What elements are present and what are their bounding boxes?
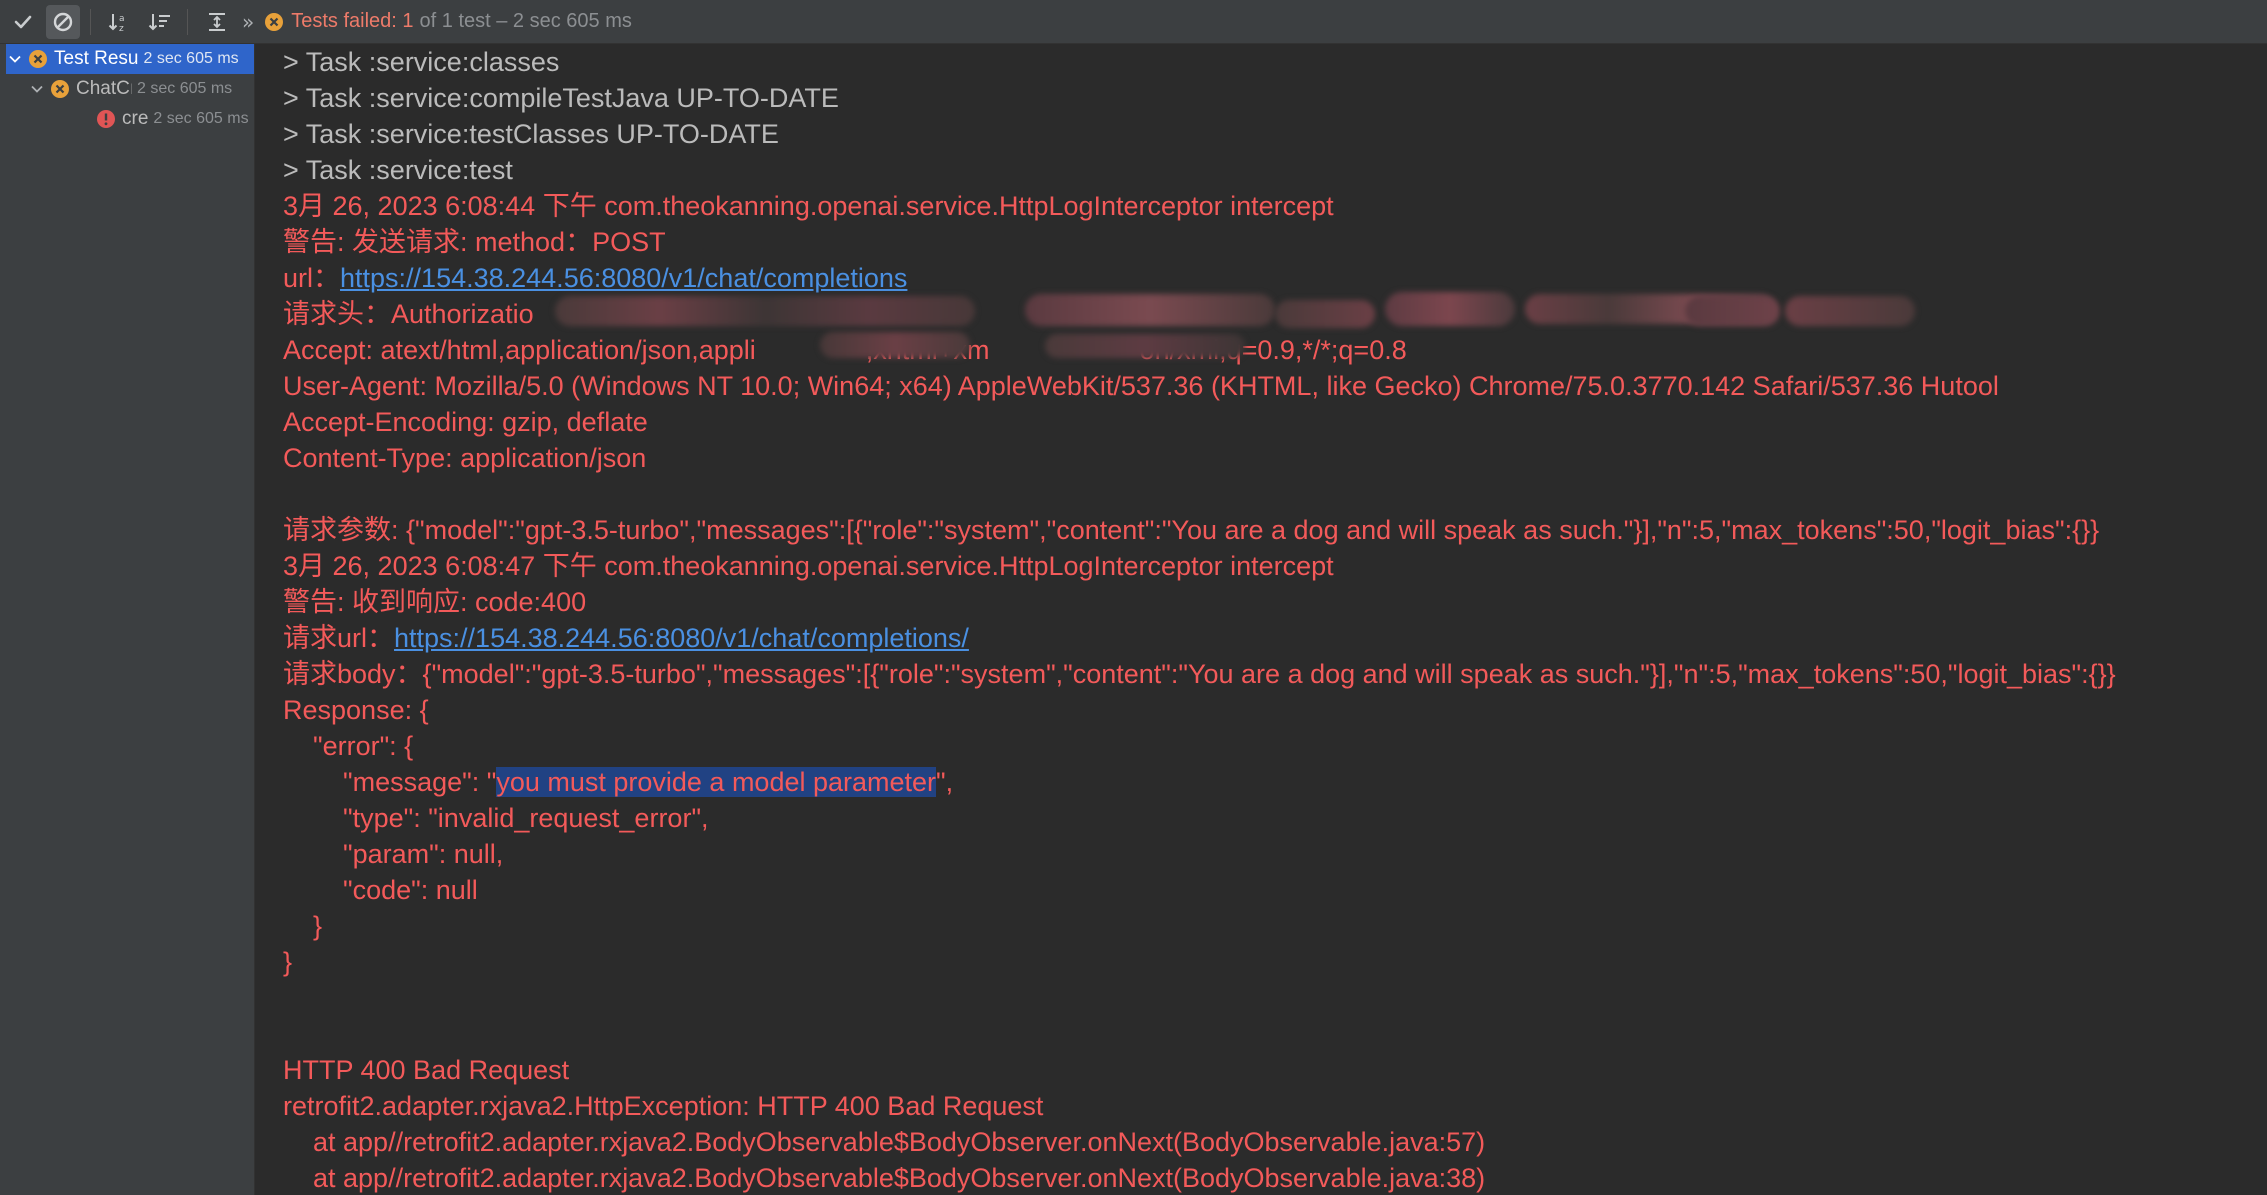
request-url-label: 请求url： <box>283 623 395 653</box>
tree-item-time: 2 sec 605 ms <box>153 110 249 127</box>
selected-text: you must provide a model parameter <box>496 767 937 797</box>
console-line: > Task :service:testClasses UP-TO-DATE <box>283 119 779 149</box>
tree-item-chat-test[interactable]: ChatCı 2 sec 605 ms <box>28 74 254 104</box>
console-line: at app//retrofit2.adapter.rxjava2.BodyOb… <box>283 1163 1486 1193</box>
toolbar-separator <box>187 8 188 35</box>
test-error-icon <box>96 109 116 129</box>
svg-text:a: a <box>119 14 125 24</box>
console-line: HTTP 400 Bad Request <box>283 1055 570 1085</box>
tree-item-label: Test Resu <box>54 48 139 69</box>
sort-alphabetically-button[interactable]: a z <box>103 5 137 39</box>
test-toolbar: a z » Tests failed: 1 of 1 test – 2 sec … <box>0 0 2267 44</box>
console-line: > Task :service:test <box>283 155 513 185</box>
message-key: "message": " <box>283 767 497 797</box>
console-line: 警告: 发送请求: method：POST <box>283 227 666 257</box>
tree-item-time: 2 sec 605 ms <box>143 50 239 67</box>
redacted-region <box>1025 294 1275 326</box>
chevron-down-icon[interactable] <box>6 52 24 66</box>
test-failed-icon <box>50 79 70 99</box>
console-line: "type": "invalid_request_error", <box>283 803 709 833</box>
test-tree: Test Resu 2 sec 605 ms ChatCı 2 sec 605 … <box>0 44 255 1195</box>
show-passed-button[interactable] <box>6 5 40 39</box>
console-line: User-Agent: Mozilla/5.0 (Windows NT 10.0… <box>283 371 1999 401</box>
console-line: Accept-Encoding: gzip, deflate <box>283 407 648 437</box>
console-line: retrofit2.adapter.rxjava2.HttpException:… <box>283 1091 1044 1121</box>
more-actions-button[interactable]: » <box>242 10 254 34</box>
url-label: url： <box>283 263 341 293</box>
console-line: 请求参数: {"model":"gpt-3.5-turbo","messages… <box>283 515 2100 545</box>
chevron-down-icon[interactable] <box>28 82 46 96</box>
redacted-region <box>1275 300 1375 328</box>
cancel-icon <box>53 12 73 31</box>
sort-alpha-icon: a z <box>108 13 125 33</box>
request-url-link[interactable]: https://154.38.244.56:8080/v1/chat/compl… <box>340 263 907 293</box>
console-line: Response: { <box>283 695 429 725</box>
toolbar-separator <box>90 8 91 35</box>
console-line: } <box>283 911 323 941</box>
console-line: "code": null <box>283 875 478 905</box>
sort-by-duration-button[interactable] <box>143 5 177 39</box>
console-line: at app//retrofit2.adapter.rxjava2.BodyOb… <box>283 1127 1486 1157</box>
console-line-url: url：https://154.38.244.56:8080/v1/chat/c… <box>283 260 907 296</box>
status-failed-text: Tests failed: 1 <box>291 10 414 32</box>
redacted-region <box>820 332 970 358</box>
console-line: "error": { <box>283 731 414 761</box>
redacted-region <box>1785 296 1915 326</box>
accept-text: Accept: atext/html,application/json,appl… <box>283 335 756 365</box>
sort-duration-icon <box>148 13 170 30</box>
console-line: 请求头：Authorizatio <box>283 299 534 329</box>
console-line: 请求body：{"model":"gpt-3.5-turbo","message… <box>283 659 2116 689</box>
status-summary-text: of 1 test – 2 sec 605 ms <box>419 10 632 32</box>
console-output[interactable]: > Task :service:classes > Task :service:… <box>255 44 2267 1195</box>
console-line: > Task :service:compileTestJava UP-TO-DA… <box>283 83 839 113</box>
tree-item-time: 2 sec 605 ms <box>137 80 233 97</box>
console-line: 警告: 收到响应: code:400 <box>283 587 587 617</box>
test-status: Tests failed: 1 of 1 test – 2 sec 605 ms <box>264 10 632 33</box>
redacted-region <box>1685 296 1780 326</box>
console-line: } <box>283 947 293 977</box>
redacted-region <box>555 296 975 326</box>
redacted-region <box>1385 292 1515 326</box>
tree-item-label: cre <box>122 108 149 129</box>
console-line-message: "message": "you must provide a model par… <box>283 764 953 800</box>
test-failed-icon <box>28 49 48 69</box>
console-line: > Task :service:classes <box>283 47 560 77</box>
test-failed-icon <box>265 12 284 31</box>
check-icon <box>14 15 32 28</box>
console-line-request-url: 请求url：https://154.38.244.56:8080/v1/chat… <box>283 620 969 656</box>
message-end: ", <box>936 767 954 797</box>
console-line: Content-Type: application/json <box>283 443 647 473</box>
show-ignored-button[interactable] <box>46 4 80 39</box>
console-line: "param": null, <box>283 839 504 869</box>
expand-all-button[interactable] <box>200 5 234 39</box>
svg-text:z: z <box>119 24 124 33</box>
tree-item-label: ChatCı <box>76 78 132 99</box>
expand-icon <box>209 12 225 31</box>
response-url-link[interactable]: https://154.38.244.56:8080/v1/chat/compl… <box>394 623 969 653</box>
console-line: 3月 26, 2023 6:08:44 下午 com.theokanning.o… <box>283 191 1334 221</box>
tree-item-test-results[interactable]: Test Resu 2 sec 605 ms <box>6 44 254 74</box>
test-runner-window: a z » Tests failed: 1 of 1 test – 2 sec … <box>0 0 2267 1195</box>
console-line: 3月 26, 2023 6:08:47 下午 com.theokanning.o… <box>283 551 1334 581</box>
redacted-region <box>1045 334 1245 358</box>
tree-item-create-test[interactable]: cre 2 sec 605 ms <box>92 104 254 134</box>
